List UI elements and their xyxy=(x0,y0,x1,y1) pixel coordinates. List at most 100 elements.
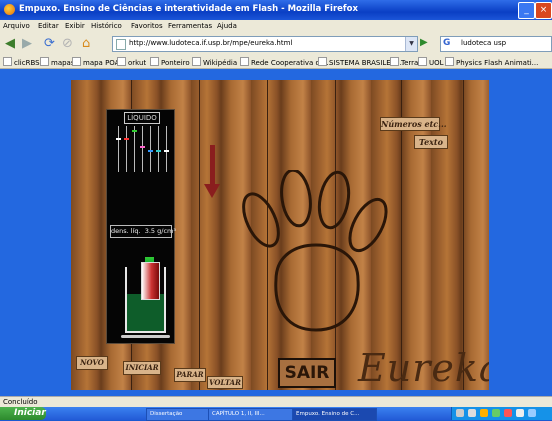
stop-icon[interactable]: ⊘ xyxy=(62,35,73,52)
bookmark-mapas[interactable]: mapas xyxy=(40,57,75,67)
start-label: Iniciar xyxy=(14,408,46,418)
slider-track[interactable] xyxy=(164,126,169,172)
flash-applet[interactable]: LÍQUIDO dens. líq. 3.5 g/cm³ Números etc… xyxy=(71,80,489,390)
eureka-logo: Eureka xyxy=(358,346,489,390)
google-icon[interactable]: G xyxy=(443,38,453,49)
slider-knob[interactable] xyxy=(140,146,145,148)
plank-line xyxy=(199,80,200,390)
bookmark-orkut[interactable]: orkut xyxy=(117,57,146,67)
tray-icon[interactable] xyxy=(516,409,524,417)
bookmark-icon xyxy=(40,57,49,66)
bookmark-icon xyxy=(390,57,399,66)
back-icon[interactable]: ◀ xyxy=(5,35,15,52)
bookmark-icon xyxy=(72,57,81,66)
slider-knob[interactable] xyxy=(156,150,161,152)
task-empuxo[interactable]: Empuxo. Ensino de C... xyxy=(292,408,377,421)
density-readout: dens. líq. 3.5 g/cm³ xyxy=(110,225,176,238)
menu-historico[interactable]: Histórico xyxy=(91,22,122,30)
menu-ferramentas[interactable]: Ferramentas xyxy=(168,22,212,30)
slider-track[interactable] xyxy=(132,126,137,172)
liquid-panel-title: LÍQUIDO xyxy=(124,112,160,124)
dropdown-arrow-icon[interactable]: ▼ xyxy=(405,37,417,51)
slider-knob[interactable] xyxy=(116,138,121,140)
slider-knob[interactable] xyxy=(164,150,169,152)
tray-icon[interactable] xyxy=(480,409,488,417)
down-arrow-icon xyxy=(210,145,215,185)
tray-icon[interactable] xyxy=(456,409,464,417)
bookmark-icon xyxy=(445,57,454,66)
slider-track[interactable] xyxy=(124,126,129,172)
menu-arquivo[interactable]: Arquivo xyxy=(3,22,30,30)
menu-ajuda[interactable]: Ajuda xyxy=(217,22,237,30)
bookmark-physics-flash[interactable]: Physics Flash Animati... xyxy=(445,57,538,67)
tray-icon[interactable] xyxy=(528,409,536,417)
tray-icon[interactable] xyxy=(468,409,476,417)
menu-bar: Arquivo Editar Exibir Histórico Favorito… xyxy=(0,20,552,34)
page-content: LÍQUIDO dens. líq. 3.5 g/cm³ Números etc… xyxy=(0,69,552,396)
plank-line xyxy=(463,80,464,390)
system-tray xyxy=(451,407,552,420)
slider-knob[interactable] xyxy=(132,130,137,132)
status-text: Concluído xyxy=(3,398,38,406)
minimize-button[interactable]: _ xyxy=(518,2,535,19)
paw-print-icon xyxy=(242,170,388,332)
slider-knob[interactable] xyxy=(124,138,129,140)
bookmark-uol[interactable]: UOL xyxy=(418,57,444,67)
task-label: CAPÍTULO 1, II, III... xyxy=(212,411,265,417)
bookmarks-toolbar: clicRBS mapas mapa POA orkut Ponteiro Wi… xyxy=(0,54,552,69)
navigation-toolbar: ◀ ▶ ⟳ ⊘ ⌂ http://www.ludoteca.if.usp.br/… xyxy=(0,33,552,55)
novo-button[interactable]: NOVO xyxy=(76,356,108,370)
iniciar-button[interactable]: INICIAR xyxy=(123,361,161,375)
status-bar: Concluído xyxy=(0,396,552,407)
firefox-icon xyxy=(4,4,15,15)
task-label: Dissertação xyxy=(150,411,183,417)
home-icon[interactable]: ⌂ xyxy=(82,35,90,52)
slider-track[interactable] xyxy=(140,126,145,172)
slider-knob[interactable] xyxy=(148,150,153,152)
task-label: Empuxo. Ensino de C... xyxy=(296,411,360,417)
bookmark-icon xyxy=(192,57,201,66)
task-capitulo[interactable]: CAPÍTULO 1, II, III... xyxy=(208,408,293,421)
bookmark-icon xyxy=(150,57,159,66)
numeros-button[interactable]: Números etc... xyxy=(380,117,447,131)
reload-icon[interactable]: ⟳ xyxy=(44,35,55,52)
bookmark-ponteiro[interactable]: Ponteiro xyxy=(150,57,190,67)
search-box[interactable]: G ludoteca usp xyxy=(440,36,552,52)
forward-icon[interactable]: ▶ xyxy=(22,35,32,52)
bookmark-icon xyxy=(418,57,427,66)
container-base xyxy=(121,335,170,338)
bookmark-icon xyxy=(3,57,12,66)
tray-icon[interactable] xyxy=(492,409,500,417)
bookmark-wikipedia[interactable]: Wikipédia xyxy=(192,57,237,67)
slider-track[interactable] xyxy=(148,126,153,172)
taskbar: Iniciar Dissertação CAPÍTULO 1, II, III.… xyxy=(0,407,552,421)
tray-icon[interactable] xyxy=(504,409,512,417)
window-titlebar: Empuxo. Ensino de Ciências e interativid… xyxy=(0,0,552,20)
task-dissertacao[interactable]: Dissertação xyxy=(146,408,209,421)
slider-track[interactable] xyxy=(116,126,121,172)
sair-button[interactable]: SAIR xyxy=(278,358,336,388)
search-input[interactable]: ludoteca usp xyxy=(461,39,506,47)
go-icon[interactable]: ▶ xyxy=(420,36,432,50)
address-bar[interactable]: http://www.ludoteca.if.usp.br/mpe/eureka… xyxy=(112,36,418,52)
close-button[interactable]: × xyxy=(535,2,552,19)
menu-editar[interactable]: Editar xyxy=(38,22,59,30)
texto-button[interactable]: Texto xyxy=(414,135,448,149)
slider-track[interactable] xyxy=(156,126,161,172)
liquid-panel: LÍQUIDO dens. líq. 3.5 g/cm³ xyxy=(106,109,176,344)
down-arrow-icon xyxy=(204,184,220,198)
window-title: Empuxo. Ensino de Ciências e interativid… xyxy=(19,4,358,14)
menu-favoritos[interactable]: Favoritos xyxy=(131,22,163,30)
menu-exibir[interactable]: Exibir xyxy=(65,22,85,30)
density-label: dens. líq. xyxy=(111,227,141,235)
bookmark-icon xyxy=(240,57,249,66)
parar-button[interactable]: PARAR xyxy=(174,368,206,382)
bookmark-clicrbs[interactable]: clicRBS xyxy=(3,57,40,67)
bookmark-mapa-poa[interactable]: mapa POA xyxy=(72,57,119,67)
bookmark-terra[interactable]: Terra xyxy=(390,57,418,67)
address-input[interactable]: http://www.ludoteca.if.usp.br/mpe/eureka… xyxy=(129,39,292,47)
voltar-button[interactable]: VOLTAR xyxy=(207,376,243,389)
floating-block[interactable] xyxy=(141,262,160,300)
start-button[interactable]: Iniciar xyxy=(0,407,46,420)
page-icon xyxy=(116,39,126,50)
